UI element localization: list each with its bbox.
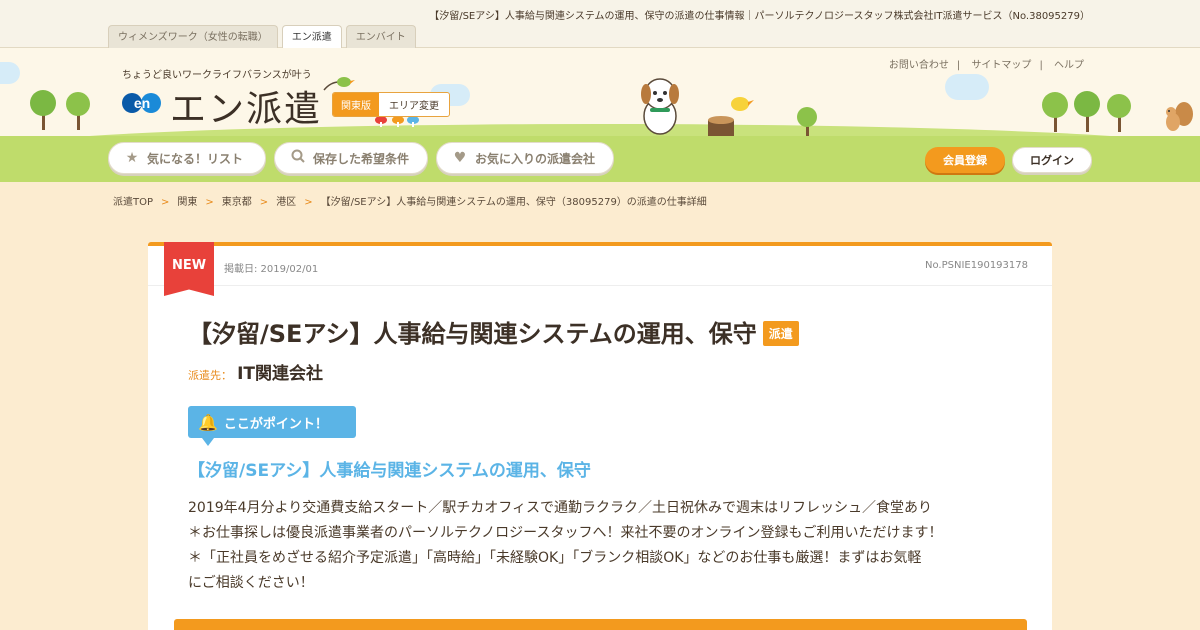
bird-illustration: [323, 77, 355, 91]
site-tab-womens-work[interactable]: ウィメンズワーク（女性の転職）: [108, 25, 278, 48]
cloud-decoration: [945, 74, 989, 100]
stump-bird-illustration: [708, 97, 754, 136]
breadcrumb: 派遣TOP > 関東 > 東京都 > 港区 > 【汐留/SEアシ】人事給与関連システムの運用、保…: [113, 193, 707, 208]
job-meta-bar: NEW 掲載日: 2019/02/01 No.PSNIE190193178: [148, 242, 1052, 296]
site-tab-en-baito[interactable]: エンバイト: [345, 25, 416, 48]
job-number: No.PSNIE190193178: [925, 260, 1028, 271]
saved-conditions-label: 保存した希望条件: [313, 151, 410, 166]
contact-link[interactable]: お問い合わせ: [889, 60, 949, 71]
breadcrumb-separator: >: [259, 197, 269, 208]
site-tab-en-haken[interactable]: エン派遣: [281, 25, 342, 49]
header-tagline: ちょうど良いワークライフバランスが叶う: [122, 70, 312, 81]
dispatch-destination: 派遣先： IT関連会社: [188, 359, 323, 384]
region-selector: 関東版 エリア変更: [332, 92, 450, 117]
tree-illustration: [797, 107, 817, 136]
favorites-list-button[interactable]: ★ 気になる！リスト: [108, 142, 266, 174]
description-line: ＊「正社員をめざせる紹介予定派遣」「高時給」「未経験OK」「ブランク相談OK」な…: [188, 550, 922, 566]
job-title-text: 【汐留/SEアシ】人事給与関連システムの運用、保守: [188, 320, 757, 348]
search-icon: [289, 149, 307, 167]
tree-illustration: [30, 90, 90, 130]
destination-name: IT関連会社: [237, 364, 324, 384]
register-button[interactable]: 会員登録: [925, 147, 1005, 173]
posted-date: 掲載日: 2019/02/01: [224, 264, 319, 275]
job-detail-card: NEW 掲載日: 2019/02/01 No.PSNIE190193178 【汐…: [148, 242, 1052, 630]
page-title-text: 【汐留/SEアシ】人事給与関連システムの運用、保守の派遣の仕事情報｜パーソルテク…: [429, 11, 1090, 22]
tree-illustration: [1042, 91, 1131, 132]
job-description: 2019年4月分より交通費支給スタート／駅チカオフィスで通勤ラクラク／土日祝休み…: [188, 496, 1018, 596]
star-icon: ★: [125, 150, 139, 166]
destination-label: 派遣先：: [188, 369, 232, 382]
site-logo-text[interactable]: エン派遣: [170, 80, 322, 132]
utility-links: お問い合わせ | サイトマップ | ヘルプ: [888, 60, 1084, 71]
dog-mascot-illustration: [641, 78, 679, 135]
heart-icon: ♥: [453, 150, 467, 166]
description-line: にご相談ください！: [188, 575, 314, 591]
site-tabs: ウィメンズワーク（女性の転職） エン派遣 エンバイト: [108, 25, 416, 49]
point-badge: 🔔 ここがポイント！: [188, 406, 356, 446]
section-header-bar: [174, 619, 1027, 630]
description-line: 2019年4月分より交通費支給スタート／駅チカオフィスで通勤ラクラク／土日祝休み…: [188, 500, 932, 516]
breadcrumb-item[interactable]: 東京都: [222, 197, 252, 208]
saved-conditions-button[interactable]: 保存した希望条件: [274, 142, 428, 174]
new-badge: NEW: [164, 242, 214, 296]
breadcrumb-item[interactable]: 派遣TOP: [113, 197, 153, 208]
point-heading: 【汐留/SEアシ】人事給与関連システムの運用、保守: [188, 461, 591, 481]
point-label: ここがポイント！: [223, 416, 328, 432]
breadcrumb-item[interactable]: 港区: [276, 197, 296, 208]
description-line: ＊お仕事探しは優良派遣事業者のパーソルテクノロジースタッフへ！来社不要のオンライ…: [188, 525, 943, 541]
breadcrumb-separator: >: [161, 197, 170, 208]
breadcrumb-separator: >: [304, 197, 313, 208]
region-label: 関東版: [333, 93, 379, 116]
region-change-button[interactable]: エリア変更: [379, 93, 449, 116]
favorites-list-label: 気になる！リスト: [147, 151, 244, 166]
help-link[interactable]: ヘルプ: [1054, 60, 1084, 71]
breadcrumb-item[interactable]: 関東: [177, 197, 197, 208]
breadcrumb-current: 【汐留/SEアシ】人事給与関連システムの運用、保守（38095279）の派遣の仕…: [320, 197, 707, 208]
bell-icon: 🔔: [198, 412, 218, 432]
breadcrumb-separator: >: [205, 197, 214, 208]
en-logo-icon[interactable]: en: [122, 92, 162, 114]
cloud-decoration: [0, 62, 20, 84]
site-header: ちょうど良いワークライフバランスが叶う en エン派遣 関東版 エリア変更 お問…: [0, 48, 1200, 182]
squirrel-illustration: [1166, 102, 1193, 131]
job-title: 【汐留/SEアシ】人事給与関連システムの運用、保守 派遣: [188, 314, 799, 349]
login-button[interactable]: ログイン: [1012, 147, 1092, 173]
sitemap-link[interactable]: サイトマップ: [971, 60, 1031, 71]
svg-text:en: en: [134, 95, 150, 111]
top-bar: 【汐留/SEアシ】人事給与関連システムの運用、保守の派遣の仕事情報｜パーソルテク…: [0, 0, 1200, 49]
employment-type-badge: 派遣: [762, 321, 799, 346]
favorite-agencies-button[interactable]: ♥ お気に入りの派遣会社: [436, 142, 614, 174]
favorite-agencies-label: お気に入りの派遣会社: [475, 151, 596, 166]
